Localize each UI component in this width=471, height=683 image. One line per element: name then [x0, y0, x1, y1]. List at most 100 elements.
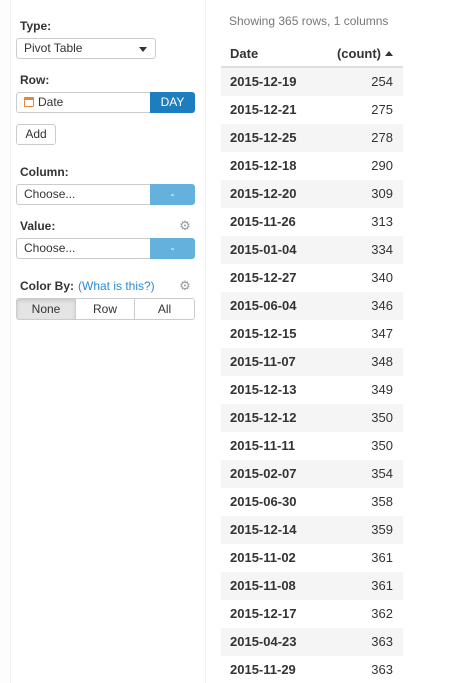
- cell-count: 361: [371, 578, 393, 593]
- cell-count: 350: [371, 410, 393, 425]
- type-select-value: Pivot Table: [24, 41, 83, 55]
- table-row: 2015-12-18 290: [221, 152, 403, 180]
- table-row: 2015-12-27 340: [221, 264, 403, 292]
- cell-date: 2015-11-11: [230, 438, 296, 453]
- cell-count: 361: [371, 550, 393, 565]
- cell-count: 350: [371, 438, 393, 453]
- table-row: 2015-11-02 361: [221, 544, 403, 572]
- column-clear-button[interactable]: -: [150, 184, 195, 205]
- table-row: 2015-11-07 348: [221, 348, 403, 376]
- cell-count: 313: [371, 214, 393, 229]
- column-field-input[interactable]: Choose...: [16, 184, 150, 205]
- cell-count: 363: [371, 662, 393, 677]
- table-header: Date (count): [221, 40, 403, 68]
- column-header-count[interactable]: (count): [337, 46, 393, 61]
- row-field-value: Date: [38, 95, 64, 109]
- cell-date: 2015-11-07: [230, 354, 296, 369]
- table-row: 2015-12-20 309: [221, 180, 403, 208]
- table-row: 2015-11-08 361: [221, 572, 403, 600]
- cell-date: 2015-11-02: [230, 550, 296, 565]
- cell-date: 2015-06-30: [230, 494, 297, 509]
- cell-date: 2015-12-14: [230, 522, 297, 537]
- colorby-settings-gear-icon[interactable]: ⚙: [179, 279, 191, 292]
- table-row: 2015-04-23 363: [221, 628, 403, 656]
- cell-count: 354: [371, 466, 393, 481]
- colorby-option-row[interactable]: Row: [76, 299, 135, 319]
- value-clear-button[interactable]: -: [150, 238, 195, 259]
- cell-count: 363: [371, 634, 393, 649]
- cell-count: 340: [371, 270, 393, 285]
- table-row: 2015-12-17 362: [221, 600, 403, 628]
- cell-count: 346: [371, 298, 393, 313]
- table-row: 2015-12-13 349: [221, 376, 403, 404]
- cell-date: 2015-12-27: [230, 270, 297, 285]
- row-field-input[interactable]: Date: [16, 92, 150, 113]
- type-label: Type:: [20, 19, 52, 33]
- value-label: Value:: [20, 219, 56, 233]
- cell-date: 2015-12-19: [230, 74, 297, 89]
- colorby-option-none[interactable]: None: [17, 299, 76, 319]
- cell-date: 2015-12-13: [230, 382, 297, 397]
- table-row: 2015-12-21 275: [221, 96, 403, 124]
- table-body: 2015-12-19 254 2015-12-21 275 2015-12-25 278 2…: [221, 68, 403, 683]
- cell-date: 2015-12-12: [230, 410, 297, 425]
- panel-divider: [205, 0, 206, 683]
- cell-date: 2015-04-23: [230, 634, 297, 649]
- cell-date: 2015-11-29: [230, 662, 296, 677]
- column-label: Column:: [20, 165, 69, 179]
- cell-count: 290: [371, 158, 393, 173]
- calendar-icon: [24, 97, 34, 107]
- table-row: 2015-11-29 363: [221, 656, 403, 683]
- cell-count: 347: [371, 326, 393, 341]
- cell-date: 2015-12-21: [230, 102, 297, 117]
- colorby-option-all[interactable]: All: [135, 299, 194, 319]
- cell-date: 2015-06-04: [230, 298, 297, 313]
- row-granularity-button[interactable]: DAY: [150, 92, 195, 113]
- table-row: 2015-12-15 347: [221, 320, 403, 348]
- cell-count: 334: [371, 242, 393, 257]
- results-table: Date (count) 2015-12-19 254 2015-12-21 275 2…: [221, 40, 403, 683]
- cell-date: 2015-12-17: [230, 606, 297, 621]
- cell-date: 2015-12-20: [230, 186, 297, 201]
- table-row: 2015-01-04 334: [221, 236, 403, 264]
- row-count-text: Showing 365 rows, 1 columns: [229, 14, 389, 28]
- cell-count: 254: [371, 74, 393, 89]
- cell-count: 362: [371, 606, 393, 621]
- cell-count: 278: [371, 130, 393, 145]
- cell-date: 2015-11-26: [230, 214, 296, 229]
- cell-date: 2015-12-15: [230, 326, 297, 341]
- query-builder-view: Type: Pivot Table Row: Date DAY Add Colu…: [0, 0, 471, 683]
- cell-count: 359: [371, 522, 393, 537]
- table-row: 2015-12-25 278: [221, 124, 403, 152]
- table-row: 2015-02-07 354: [221, 460, 403, 488]
- table-row: 2015-06-04 346: [221, 292, 403, 320]
- add-row-button[interactable]: Add: [16, 124, 56, 145]
- cell-count: 349: [371, 382, 393, 397]
- colorby-label: Color By:: [20, 279, 74, 293]
- table-row: 2015-06-30 358: [221, 488, 403, 516]
- cell-date: 2015-02-07: [230, 466, 297, 481]
- sort-ascending-icon: [385, 51, 393, 56]
- table-row: 2015-12-12 350: [221, 404, 403, 432]
- value-field-input[interactable]: Choose...: [16, 238, 150, 259]
- cell-date: 2015-12-18: [230, 158, 297, 173]
- table-row: 2015-11-26 313: [221, 208, 403, 236]
- table-row: 2015-12-14 359: [221, 516, 403, 544]
- cell-date: 2015-01-04: [230, 242, 297, 257]
- cell-count: 309: [371, 186, 393, 201]
- cell-date: 2015-11-08: [230, 578, 296, 593]
- colorby-segmented-control: None Row All: [16, 298, 195, 320]
- type-select[interactable]: Pivot Table: [16, 38, 156, 59]
- left-gutter: [0, 0, 11, 683]
- column-header-date[interactable]: Date: [230, 46, 258, 61]
- table-row: 2015-11-11 350: [221, 432, 403, 460]
- table-row: 2015-12-19 254: [221, 68, 403, 96]
- cell-count: 348: [371, 354, 393, 369]
- cell-date: 2015-12-25: [230, 130, 297, 145]
- column-header-count-label: (count): [336, 46, 381, 61]
- value-settings-gear-icon[interactable]: ⚙: [179, 219, 191, 232]
- colorby-help-link[interactable]: (What is this?): [78, 279, 155, 293]
- chevron-down-icon: [139, 47, 147, 52]
- cell-count: 275: [371, 102, 393, 117]
- row-label: Row:: [20, 73, 50, 87]
